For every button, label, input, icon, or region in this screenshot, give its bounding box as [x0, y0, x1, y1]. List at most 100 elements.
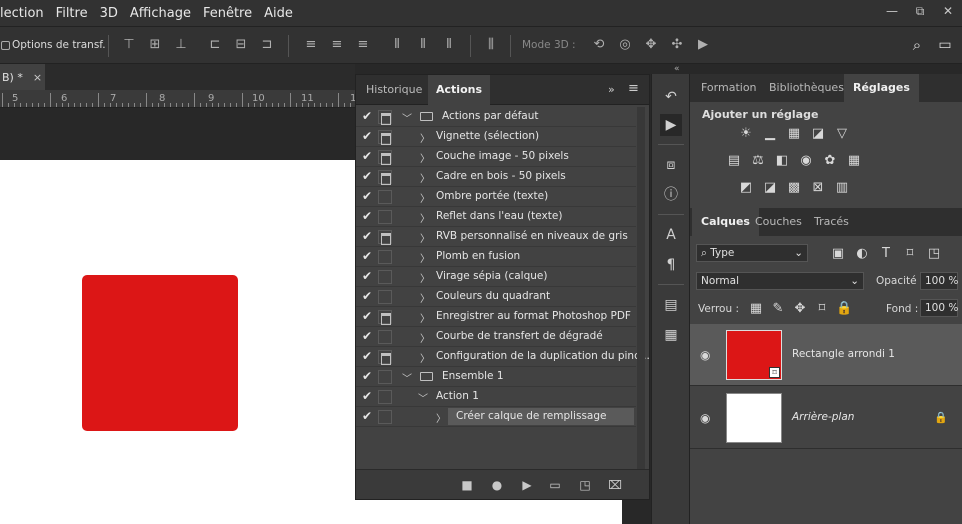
lock-transparent-icon[interactable]: ▦: [748, 301, 764, 316]
drag-3d-icon[interactable]: ✥: [644, 37, 658, 53]
stop-icon[interactable]: ■: [460, 478, 474, 492]
filter-shape-icon[interactable]: ⌑: [902, 246, 918, 261]
dialog-toggle-icon[interactable]: [378, 270, 392, 284]
chevron-down-icon[interactable]: ﹀: [402, 370, 412, 385]
slide-3d-icon[interactable]: ✣: [670, 37, 684, 53]
chevron-right-icon[interactable]: 〉: [420, 230, 430, 245]
roll-3d-icon[interactable]: ◎: [618, 37, 632, 53]
dialog-toggle-icon[interactable]: [378, 190, 392, 204]
action-row[interactable]: ✔ 〉 Reflet dans l'eau (texte): [356, 207, 636, 227]
chevron-right-icon[interactable]: 〉: [420, 210, 430, 225]
transform-options-checkbox[interactable]: [1, 41, 10, 50]
toggle-check-icon[interactable]: ✔: [362, 350, 374, 362]
collapse-icon[interactable]: «: [674, 64, 680, 74]
tab-bibliotheques[interactable]: Bibliothèques: [760, 74, 853, 102]
new-action-icon[interactable]: ◳: [578, 478, 592, 492]
action-row[interactable]: ✔ 〉 Ombre portée (texte): [356, 187, 636, 207]
tab-actions[interactable]: Actions: [428, 75, 490, 105]
action-set-row[interactable]: ✔ ﹀ Ensemble 1: [356, 367, 636, 387]
menu-fenetre[interactable]: Fenêtre: [197, 6, 258, 21]
menu-filtre[interactable]: Filtre: [50, 6, 94, 21]
dialog-toggle-icon[interactable]: [378, 390, 392, 404]
toggle-check-icon[interactable]: ✔: [362, 130, 374, 142]
chevron-down-icon[interactable]: ﹀: [402, 110, 412, 125]
dialog-toggle-icon[interactable]: [378, 330, 392, 344]
new-set-icon[interactable]: ▭: [548, 478, 562, 492]
posterize-icon[interactable]: ◪: [762, 180, 778, 195]
paragraph-icon[interactable]: ¶: [660, 254, 682, 276]
action-row[interactable]: ✔ 〉 Vignette (sélection): [356, 127, 636, 147]
color-lookup-icon[interactable]: ▦: [846, 153, 862, 168]
chevron-right-icon[interactable]: 〉: [420, 350, 430, 365]
distribute-vcenter-icon[interactable]: ≡: [330, 37, 344, 53]
channel-mixer-icon[interactable]: ✿: [822, 153, 838, 168]
workspace-icon[interactable]: ▭: [938, 37, 952, 53]
action-row[interactable]: ✔ 〉 Virage sépia (calque): [356, 267, 636, 287]
dialog-toggle-icon[interactable]: [378, 290, 392, 304]
restore-button[interactable]: ⧉: [906, 0, 934, 22]
orbit-3d-icon[interactable]: ⟲: [592, 37, 606, 53]
align-right-icon[interactable]: ⊐: [260, 37, 274, 53]
chevron-right-icon[interactable]: 〉: [420, 170, 430, 185]
toggle-check-icon[interactable]: ✔: [362, 230, 374, 242]
play-icon[interactable]: ▶: [520, 478, 534, 492]
selective-color-icon[interactable]: ⊠: [810, 180, 826, 195]
hue-saturation-icon[interactable]: ▤: [726, 153, 742, 168]
chevron-right-icon[interactable]: 〉: [420, 290, 430, 305]
chevron-right-icon[interactable]: 〉: [420, 190, 430, 205]
brightness-icon[interactable]: ☀: [738, 126, 754, 141]
action-set-row[interactable]: ✔ ﹀ Actions par défaut: [356, 107, 636, 127]
lock-position-icon[interactable]: ✥: [792, 301, 808, 316]
history-icon[interactable]: ↶: [660, 86, 682, 108]
panel-menu-icon[interactable]: ≡: [628, 81, 639, 96]
align-left-icon[interactable]: ⊏: [208, 37, 222, 53]
minimize-button[interactable]: —: [878, 0, 906, 22]
actions-icon[interactable]: ▶: [660, 114, 682, 136]
action-row[interactable]: ✔ 〉 Couche image - 50 pixels: [356, 147, 636, 167]
toggle-check-icon[interactable]: ✔: [362, 150, 374, 162]
exposure-icon[interactable]: ◪: [810, 126, 826, 141]
layer-row[interactable]: ◉ ⌑ Rectangle arrondi 1: [690, 324, 962, 386]
scrollbar[interactable]: [637, 107, 645, 497]
dialog-toggle-icon[interactable]: [378, 210, 392, 224]
action-row[interactable]: ✔ 〉 Courbe de transfert de dégradé: [356, 327, 636, 347]
tab-historique[interactable]: Historique: [358, 75, 430, 105]
eye-icon[interactable]: ◉: [700, 348, 710, 362]
align-vcenter-icon[interactable]: ⊞: [148, 37, 162, 53]
curves-icon[interactable]: ▦: [786, 126, 802, 141]
tab-couches[interactable]: Couches: [746, 208, 811, 236]
layer-row[interactable]: ◉ Arrière-plan 🔒: [690, 387, 962, 449]
distribute-right-icon[interactable]: ⫴: [442, 37, 456, 53]
info-icon[interactable]: ⓘ: [660, 184, 682, 206]
align-bottom-icon[interactable]: ⊥: [174, 37, 188, 53]
action-row[interactable]: ✔ 〉 Enregistrer au format Photoshop PDF: [356, 307, 636, 327]
invert-icon[interactable]: ◩: [738, 180, 754, 195]
toggle-check-icon[interactable]: ✔: [362, 190, 374, 202]
action-row[interactable]: ✔ 〉 Plomb en fusion: [356, 247, 636, 267]
trash-icon[interactable]: ⌧: [608, 478, 622, 492]
collapse-panel-icon[interactable]: »: [608, 83, 615, 96]
dialog-toggle-icon[interactable]: [378, 310, 392, 325]
tab-traces[interactable]: Tracés: [805, 208, 858, 236]
dialog-toggle-icon[interactable]: [378, 150, 392, 165]
gradient-map-icon[interactable]: ▥: [834, 180, 850, 195]
color-balance-icon[interactable]: ⚖: [750, 153, 766, 168]
chevron-right-icon[interactable]: 〉: [420, 250, 430, 265]
toggle-check-icon[interactable]: ✔: [362, 310, 374, 322]
toggle-check-icon[interactable]: ✔: [362, 270, 374, 282]
toggle-check-icon[interactable]: ✔: [362, 370, 374, 382]
filter-pixel-icon[interactable]: ▣: [830, 246, 846, 261]
dialog-toggle-icon[interactable]: [378, 350, 392, 365]
action-row[interactable]: ✔ 〉 RVB personnalisé en niveaux de gris: [356, 227, 636, 247]
chevron-right-icon[interactable]: 〉: [420, 130, 430, 145]
tab-formation[interactable]: Formation: [692, 74, 766, 102]
chevron-right-icon[interactable]: 〉: [436, 410, 446, 425]
toggle-check-icon[interactable]: ✔: [362, 290, 374, 302]
layer-filter-select[interactable]: ⌕ Type ⌄: [696, 244, 808, 262]
toggle-check-icon[interactable]: ✔: [362, 170, 374, 182]
distribute-hcenter-icon[interactable]: ⫴: [416, 37, 430, 53]
filter-adjustment-icon[interactable]: ◐: [854, 246, 870, 261]
filter-smart-object-icon[interactable]: ◳: [926, 246, 942, 261]
toggle-check-icon[interactable]: ✔: [362, 410, 374, 422]
chevron-right-icon[interactable]: 〉: [420, 270, 430, 285]
